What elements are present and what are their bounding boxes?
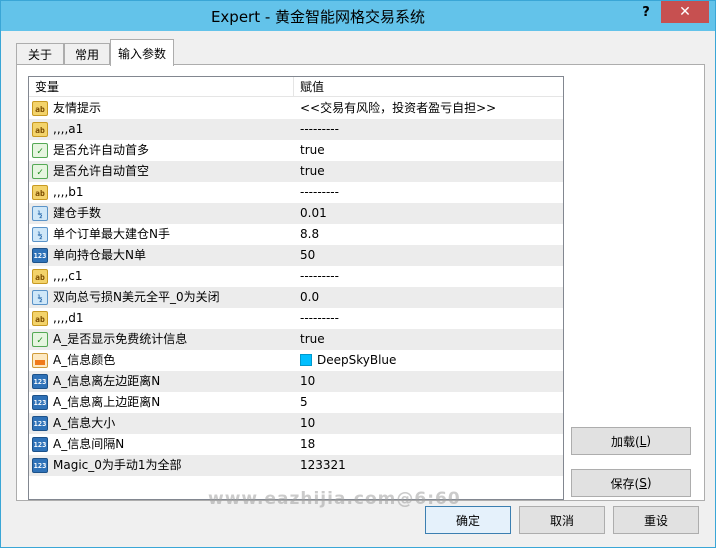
parameter-value[interactable]: 123321 [294, 455, 563, 476]
parameter-name: A_信息大小 [53, 416, 116, 430]
parameter-name: A_信息颜色 [53, 353, 116, 367]
parameter-value[interactable]: 10 [294, 413, 563, 434]
parameter-row[interactable]: ab ,,,,a1 --------- [29, 119, 563, 140]
parameter-name: 建仓手数 [53, 206, 102, 220]
parameter-value[interactable]: <<交易有风险，投资者盈亏自担>> [294, 98, 563, 119]
load-button-hotkey: L [639, 434, 647, 448]
parameter-row[interactable]: ab 友情提示 <<交易有风险，投资者盈亏自担>> [29, 98, 563, 119]
parameter-name: ,,,,b1 [53, 185, 84, 199]
parameter-row[interactable]: 123 A_信息离左边距离N 10 [29, 371, 563, 392]
parameter-value[interactable]: 50 [294, 245, 563, 266]
parameter-row[interactable]: ✓ A_是否显示免费统计信息 true [29, 329, 563, 350]
help-button[interactable]: ? [633, 1, 659, 23]
color-value-text: DeepSkyBlue [317, 353, 397, 367]
cancel-button[interactable]: 取消 [519, 506, 605, 534]
parameter-name: 双向总亏损N美元全平_0为关闭 [53, 290, 220, 304]
parameter-value[interactable]: 0.0 [294, 287, 563, 308]
tab-input-parameters[interactable]: 输入参数 [110, 39, 174, 66]
parameter-name: A_是否显示免费统计信息 [53, 332, 188, 346]
parameter-value[interactable]: 5 [294, 392, 563, 413]
parameter-row[interactable]: ✓ 是否允许自动首空 true [29, 161, 563, 182]
parameter-value[interactable]: 10 [294, 371, 563, 392]
parameter-row[interactable]: ab ,,,,b1 --------- [29, 182, 563, 203]
parameter-row[interactable]: 123 A_信息间隔N 18 [29, 434, 563, 455]
parameter-name: 单向持仓最大N单 [53, 248, 146, 262]
load-button-suffix: ) [646, 434, 652, 448]
grid-header: 变量 赋值 [29, 77, 563, 97]
reset-button[interactable]: 重设 [613, 506, 699, 534]
parameter-row[interactable]: ½ 单个订单最大建仓N手 8.8 [29, 224, 563, 245]
save-button[interactable]: 保存(S) [571, 469, 691, 497]
parameter-name: A_信息离上边距离N [53, 395, 161, 409]
parameter-value[interactable]: true [294, 329, 563, 350]
save-button-suffix: ) [646, 476, 652, 490]
parameter-row[interactable]: ab ,,,,d1 --------- [29, 308, 563, 329]
parameter-value[interactable]: true [294, 161, 563, 182]
parameter-name: 友情提示 [53, 101, 102, 115]
tab-about[interactable]: 关于 [16, 43, 64, 65]
parameter-row[interactable]: 123 A_信息大小 10 [29, 413, 563, 434]
parameter-row[interactable]: 123 单向持仓最大N单 50 [29, 245, 563, 266]
parameter-value[interactable]: --------- [294, 182, 563, 203]
parameter-row[interactable]: ✓ 是否允许自动首多 true [29, 140, 563, 161]
parameter-value[interactable]: 0.01 [294, 203, 563, 224]
parameter-name: ,,,,c1 [53, 269, 83, 283]
parameter-value[interactable]: --------- [294, 266, 563, 287]
save-button-label: 保存( [610, 476, 640, 491]
column-header-variable[interactable]: 变量 [29, 77, 294, 97]
parameter-value[interactable]: 8.8 [294, 224, 563, 245]
parameter-value[interactable]: 18 [294, 434, 563, 455]
load-button-label: 加载( [610, 434, 640, 449]
parameter-value[interactable]: --------- [294, 308, 563, 329]
close-button[interactable]: ✕ [661, 1, 709, 23]
load-button[interactable]: 加载(L) [571, 427, 691, 455]
parameter-row[interactable]: ½ 建仓手数 0.01 [29, 203, 563, 224]
parameter-name: 单个订单最大建仓N手 [53, 227, 170, 241]
parameter-name: 是否允许自动首空 [53, 164, 150, 178]
title-bar[interactable]: Expert - 黄金智能网格交易系统 ? ✕ [1, 1, 715, 31]
expert-properties-window: Expert - 黄金智能网格交易系统 ? ✕ 关于 常用 输入参数 变量 赋值… [0, 0, 716, 548]
parameter-name: ,,,,a1 [53, 122, 84, 136]
dialog-client: 关于 常用 输入参数 变量 赋值 ab 友情提示 <<交易有风险，投资者盈亏自担>>… [8, 31, 709, 542]
parameter-name: Magic_0为手动1为全部 [53, 458, 182, 472]
parameter-row[interactable]: ab ,,,,c1 --------- [29, 266, 563, 287]
parameter-name: 是否允许自动首多 [53, 143, 150, 157]
parameter-value[interactable]: DeepSkyBlue [294, 350, 563, 371]
parameter-value[interactable]: --------- [294, 119, 563, 140]
parameter-row[interactable]: ½ 双向总亏损N美元全平_0为关闭 0.0 [29, 287, 563, 308]
column-header-value[interactable]: 赋值 [294, 77, 563, 97]
parameter-name: A_信息间隔N [53, 437, 125, 451]
color-swatch [300, 354, 312, 366]
parameter-value[interactable]: true [294, 140, 563, 161]
parameters-grid: 变量 赋值 ab 友情提示 <<交易有风险，投资者盈亏自担>> ab ,,,,a1 ---… [28, 76, 564, 500]
window-title: Expert - 黄金智能网格交易系统 [210, 8, 426, 26]
grid-rows: ab 友情提示 <<交易有风险，投资者盈亏自担>> ab ,,,,a1 ---------… [29, 98, 563, 476]
parameter-row[interactable]: A_信息颜色 DeepSkyBlue [29, 350, 563, 371]
parameter-name: ,,,,d1 [53, 311, 84, 325]
parameter-name: A_信息离左边距离N [53, 374, 161, 388]
parameter-row[interactable]: 123 Magic_0为手动1为全部 123321 [29, 455, 563, 476]
save-button-hotkey: S [639, 476, 647, 490]
parameter-row[interactable]: 123 A_信息离上边距离N 5 [29, 392, 563, 413]
tab-common[interactable]: 常用 [64, 43, 110, 65]
ok-button[interactable]: 确定 [425, 506, 511, 534]
